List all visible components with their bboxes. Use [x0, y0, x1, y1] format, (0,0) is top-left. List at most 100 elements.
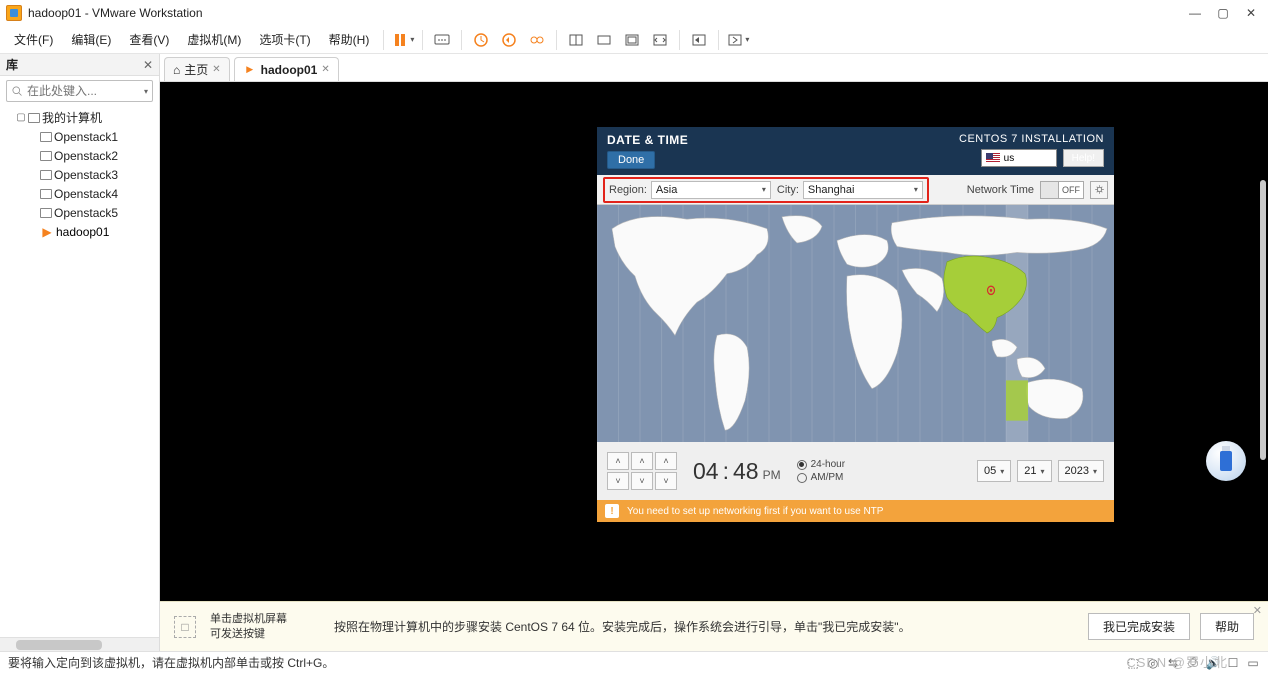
date-month-select[interactable]: 21▾: [1017, 460, 1051, 482]
ntp-settings-button[interactable]: [1090, 181, 1108, 199]
tree-item[interactable]: Openstack3: [0, 165, 159, 184]
install-title: CENTOS 7 INSTALLATION: [959, 133, 1104, 145]
region-selector[interactable]: Region: Asia▾: [609, 181, 771, 199]
snapshot-revert-icon[interactable]: [498, 29, 520, 51]
hint-small-l2: 可发送按键: [210, 627, 320, 641]
tree-item-label: Openstack3: [54, 168, 118, 182]
tree-item[interactable]: Openstack4: [0, 184, 159, 203]
done-button[interactable]: Done: [607, 151, 655, 169]
menu-vm[interactable]: 虚拟机(M): [181, 29, 247, 50]
collapse-icon[interactable]: ▢: [16, 112, 26, 123]
window-title: hadoop01 - VMware Workstation: [28, 6, 1188, 20]
search-input-wrap[interactable]: ▾: [6, 80, 153, 102]
sidebar-h-scrollbar[interactable]: [0, 637, 159, 651]
usb-stick-icon: [1220, 451, 1232, 471]
menubar: 文件(F) 编辑(E) 查看(V) 虚拟机(M) 选项卡(T) 帮助(H) ▾ …: [0, 26, 1268, 54]
radio-icon: [797, 473, 807, 483]
separator: [422, 30, 423, 50]
status-usb-icon[interactable]: ⎙: [1186, 656, 1200, 670]
radio-24h[interactable]: 24-hour: [797, 459, 845, 470]
warning-text: You need to set up networking first if y…: [627, 506, 883, 517]
page-scrollbar[interactable]: [1260, 180, 1266, 460]
tree-item[interactable]: Openstack5: [0, 203, 159, 222]
radio-ampm[interactable]: AM/PM: [797, 472, 845, 483]
region-city-highlight: Region: Asia▾ City: Shanghai▾: [603, 177, 929, 203]
send-ctrl-alt-del-icon[interactable]: [431, 29, 453, 51]
toggle-knob: [1041, 182, 1059, 198]
hour-down-button[interactable]: ˅: [607, 472, 629, 490]
menu-tabs[interactable]: 选项卡(T): [253, 29, 316, 50]
separator: [556, 30, 557, 50]
centos-title: DATE & TIME: [607, 133, 688, 147]
main-area: ⌂ 主页 ✕ ▶ hadoop01 ✕ DATE & TIME Done: [160, 54, 1268, 651]
tab-label: 主页: [184, 61, 208, 78]
time-minutes: 48: [733, 458, 759, 485]
sidebar-close-icon[interactable]: ✕: [143, 58, 153, 72]
tree-item[interactable]: Openstack2: [0, 146, 159, 165]
sidebar-title: 库: [6, 56, 143, 73]
scrollbar-thumb[interactable]: [16, 640, 102, 650]
install-help-button[interactable]: 帮助: [1200, 613, 1254, 640]
ampm-up-button[interactable]: ˄: [655, 452, 677, 470]
home-icon: ⌂: [173, 63, 180, 77]
toggle-state: OFF: [1059, 185, 1083, 195]
install-done-button[interactable]: 我已完成安装: [1088, 613, 1190, 640]
window-max-icon[interactable]: ▢: [1216, 6, 1230, 20]
tab-close-icon[interactable]: ✕: [321, 64, 329, 75]
network-time-toggle[interactable]: OFF: [1040, 181, 1084, 199]
min-down-button[interactable]: ˅: [631, 472, 653, 490]
date-day-select[interactable]: 05▾: [977, 460, 1011, 482]
vm-console[interactable]: DATE & TIME Done CENTOS 7 INSTALLATION u…: [160, 82, 1268, 601]
status-cd-icon[interactable]: ◎: [1146, 656, 1160, 670]
library-sidebar: 库 ✕ ▾ ▢ 我的计算机 Openstack1 Openstack2 Open…: [0, 54, 160, 651]
menu-file[interactable]: 文件(F): [8, 29, 59, 50]
tree-item-active[interactable]: ▶hadoop01: [0, 222, 159, 241]
view-single-icon[interactable]: [565, 29, 587, 51]
min-up-button[interactable]: ˄: [631, 452, 653, 470]
window-close-icon[interactable]: ✕: [1244, 6, 1258, 20]
status-tray: ⬚ ◎ ⇆ ⎙ 🔊 ☐ ▭: [1126, 656, 1260, 670]
city-value: Shanghai: [808, 184, 855, 196]
snapshot-manage-icon[interactable]: [526, 29, 548, 51]
menu-help[interactable]: 帮助(H): [323, 29, 376, 50]
view-stretch-icon[interactable]: [649, 29, 671, 51]
cycle-multiple-icon[interactable]: ▾: [727, 29, 749, 51]
city-selector[interactable]: City: Shanghai▾: [777, 181, 923, 199]
menu-view[interactable]: 查看(V): [123, 29, 175, 50]
date-day: 05: [984, 465, 996, 477]
status-disk-icon[interactable]: ⬚: [1126, 656, 1140, 670]
centos-time-panel: ˄˅ ˄˅ ˄˅ 04:48 PM 24-hour AM/PM 05▾ 21: [597, 442, 1114, 500]
tree-item[interactable]: Openstack1: [0, 127, 159, 146]
ampm-down-button[interactable]: ˅: [655, 472, 677, 490]
search-input[interactable]: [27, 84, 144, 98]
tab-close-icon[interactable]: ✕: [212, 64, 220, 75]
snapshot-take-icon[interactable]: [470, 29, 492, 51]
tree-root[interactable]: ▢ 我的计算机: [0, 108, 159, 127]
menu-edit[interactable]: 编辑(E): [65, 29, 117, 50]
date-year-select[interactable]: 2023▾: [1058, 460, 1105, 482]
usb-float-icon[interactable]: [1206, 441, 1246, 481]
help-button[interactable]: Help!: [1063, 149, 1104, 167]
search-dropdown-icon[interactable]: ▾: [144, 87, 148, 96]
view-console-icon[interactable]: [593, 29, 615, 51]
vm-running-icon: ▶: [243, 63, 257, 77]
status-printer-icon[interactable]: ☐: [1226, 656, 1240, 670]
language-selector[interactable]: us: [981, 149, 1057, 167]
search-icon: [11, 85, 23, 97]
window-min-icon[interactable]: ―: [1188, 6, 1202, 20]
status-display-icon[interactable]: ▭: [1246, 656, 1260, 670]
status-sound-icon[interactable]: 🔊: [1206, 656, 1220, 670]
hint-close-icon[interactable]: ✕: [1253, 604, 1262, 617]
time-format-radios: 24-hour AM/PM: [797, 459, 845, 483]
chevron-down-icon: ▾: [1040, 467, 1044, 476]
view-unity-icon[interactable]: [621, 29, 643, 51]
tab-hadoop01[interactable]: ▶ hadoop01 ✕: [234, 57, 339, 81]
tree-item-label: Openstack5: [54, 206, 118, 220]
vm-icon: [40, 189, 52, 199]
tab-home[interactable]: ⌂ 主页 ✕: [164, 57, 230, 81]
world-map[interactable]: [597, 205, 1114, 442]
status-net-icon[interactable]: ⇆: [1166, 656, 1180, 670]
fullscreen-icon[interactable]: [688, 29, 710, 51]
pause-icon[interactable]: ▾: [392, 29, 414, 51]
hour-up-button[interactable]: ˄: [607, 452, 629, 470]
